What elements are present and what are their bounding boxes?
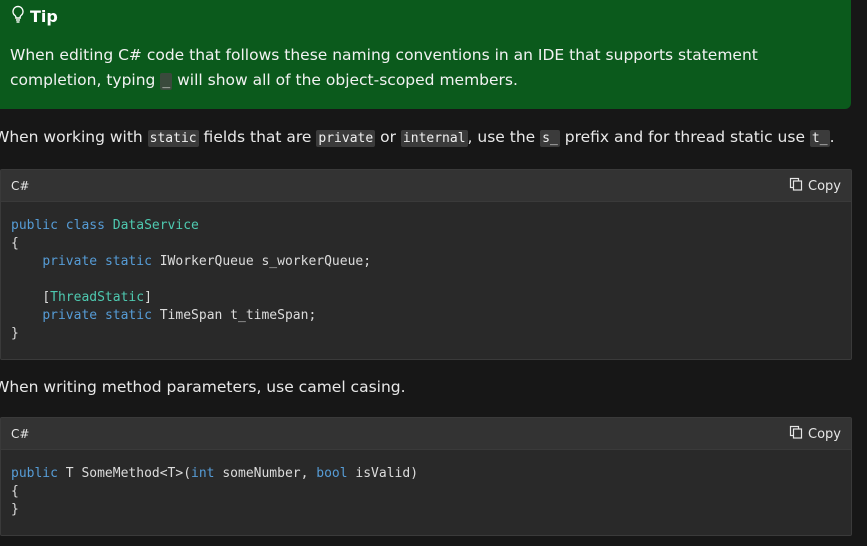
inline-code-static: static [147, 130, 199, 147]
copy-icon [789, 425, 803, 443]
code-block-header: C# Copy [1, 170, 851, 202]
tip-inline-code: _ [160, 73, 173, 90]
copy-icon [789, 177, 803, 195]
code-token: isValid) [355, 466, 419, 481]
code-content: public T SomeMethod<T>(int someNumber, b… [11, 465, 418, 519]
code-token: static [104, 254, 152, 269]
inline-code-private: private [316, 130, 376, 147]
para-text: , use the [467, 128, 541, 146]
code-token: class [65, 218, 105, 233]
tip-body: When editing C# code that follows these … [10, 43, 838, 94]
code-token: ThreadStatic [50, 290, 145, 305]
code-token: } [11, 326, 19, 341]
copy-label: Copy [808, 178, 841, 194]
code-token: DataService [112, 218, 199, 233]
copy-button[interactable]: Copy [789, 177, 841, 195]
paragraph-method-parameters: When writing method parameters, use came… [0, 378, 406, 396]
code-token: bool [316, 466, 348, 481]
para-text: or [375, 128, 401, 146]
code-block-data-service: C# Copy public class DataService { priva… [0, 169, 852, 360]
code-token: someNumber, [222, 466, 317, 481]
inline-code-internal: internal [400, 130, 468, 147]
code-token: } [11, 502, 19, 517]
code-token: [ [42, 290, 51, 305]
copy-button[interactable]: Copy [789, 425, 841, 443]
tip-callout: Tip When editing C# code that follows th… [0, 0, 851, 109]
code-token: static [104, 308, 152, 323]
code-token: int [191, 466, 215, 481]
para-text: prefix and for thread static use [559, 128, 810, 146]
tip-text-after: will show all of the object-scoped membe… [177, 71, 518, 89]
code-token: T SomeMethod<T>( [65, 466, 192, 481]
code-language-label: C# [11, 179, 30, 193]
code-token: IWorkerQueue s_workerQueue; [159, 254, 372, 269]
code-block-header: C# Copy [1, 418, 851, 450]
inline-code-s-prefix: s_ [540, 130, 560, 147]
lightbulb-icon [10, 5, 26, 27]
inline-code-t-prefix: t_ [809, 130, 830, 147]
code-token: ] [144, 290, 152, 305]
code-token: { [11, 236, 19, 251]
code-token: TimeSpan t_timeSpan; [159, 308, 317, 323]
copy-label: Copy [808, 426, 841, 442]
code-language-label: C# [11, 427, 30, 441]
paragraph-static-fields: When working with static fields that are… [0, 128, 835, 147]
para-text: . [829, 128, 835, 146]
tip-header: Tip [10, 5, 58, 27]
code-token: private [42, 308, 98, 323]
tip-title: Tip [30, 6, 58, 26]
code-token: public [11, 218, 58, 233]
code-content: public class DataService { private stati… [11, 217, 371, 343]
code-token: { [11, 484, 19, 499]
para-text: When working with [0, 128, 148, 146]
code-block-some-method: C# Copy public T SomeMethod<T>(int someN… [0, 417, 852, 536]
code-token: private [42, 254, 98, 269]
para-text: fields that are [198, 128, 317, 146]
code-token: public [11, 466, 58, 481]
